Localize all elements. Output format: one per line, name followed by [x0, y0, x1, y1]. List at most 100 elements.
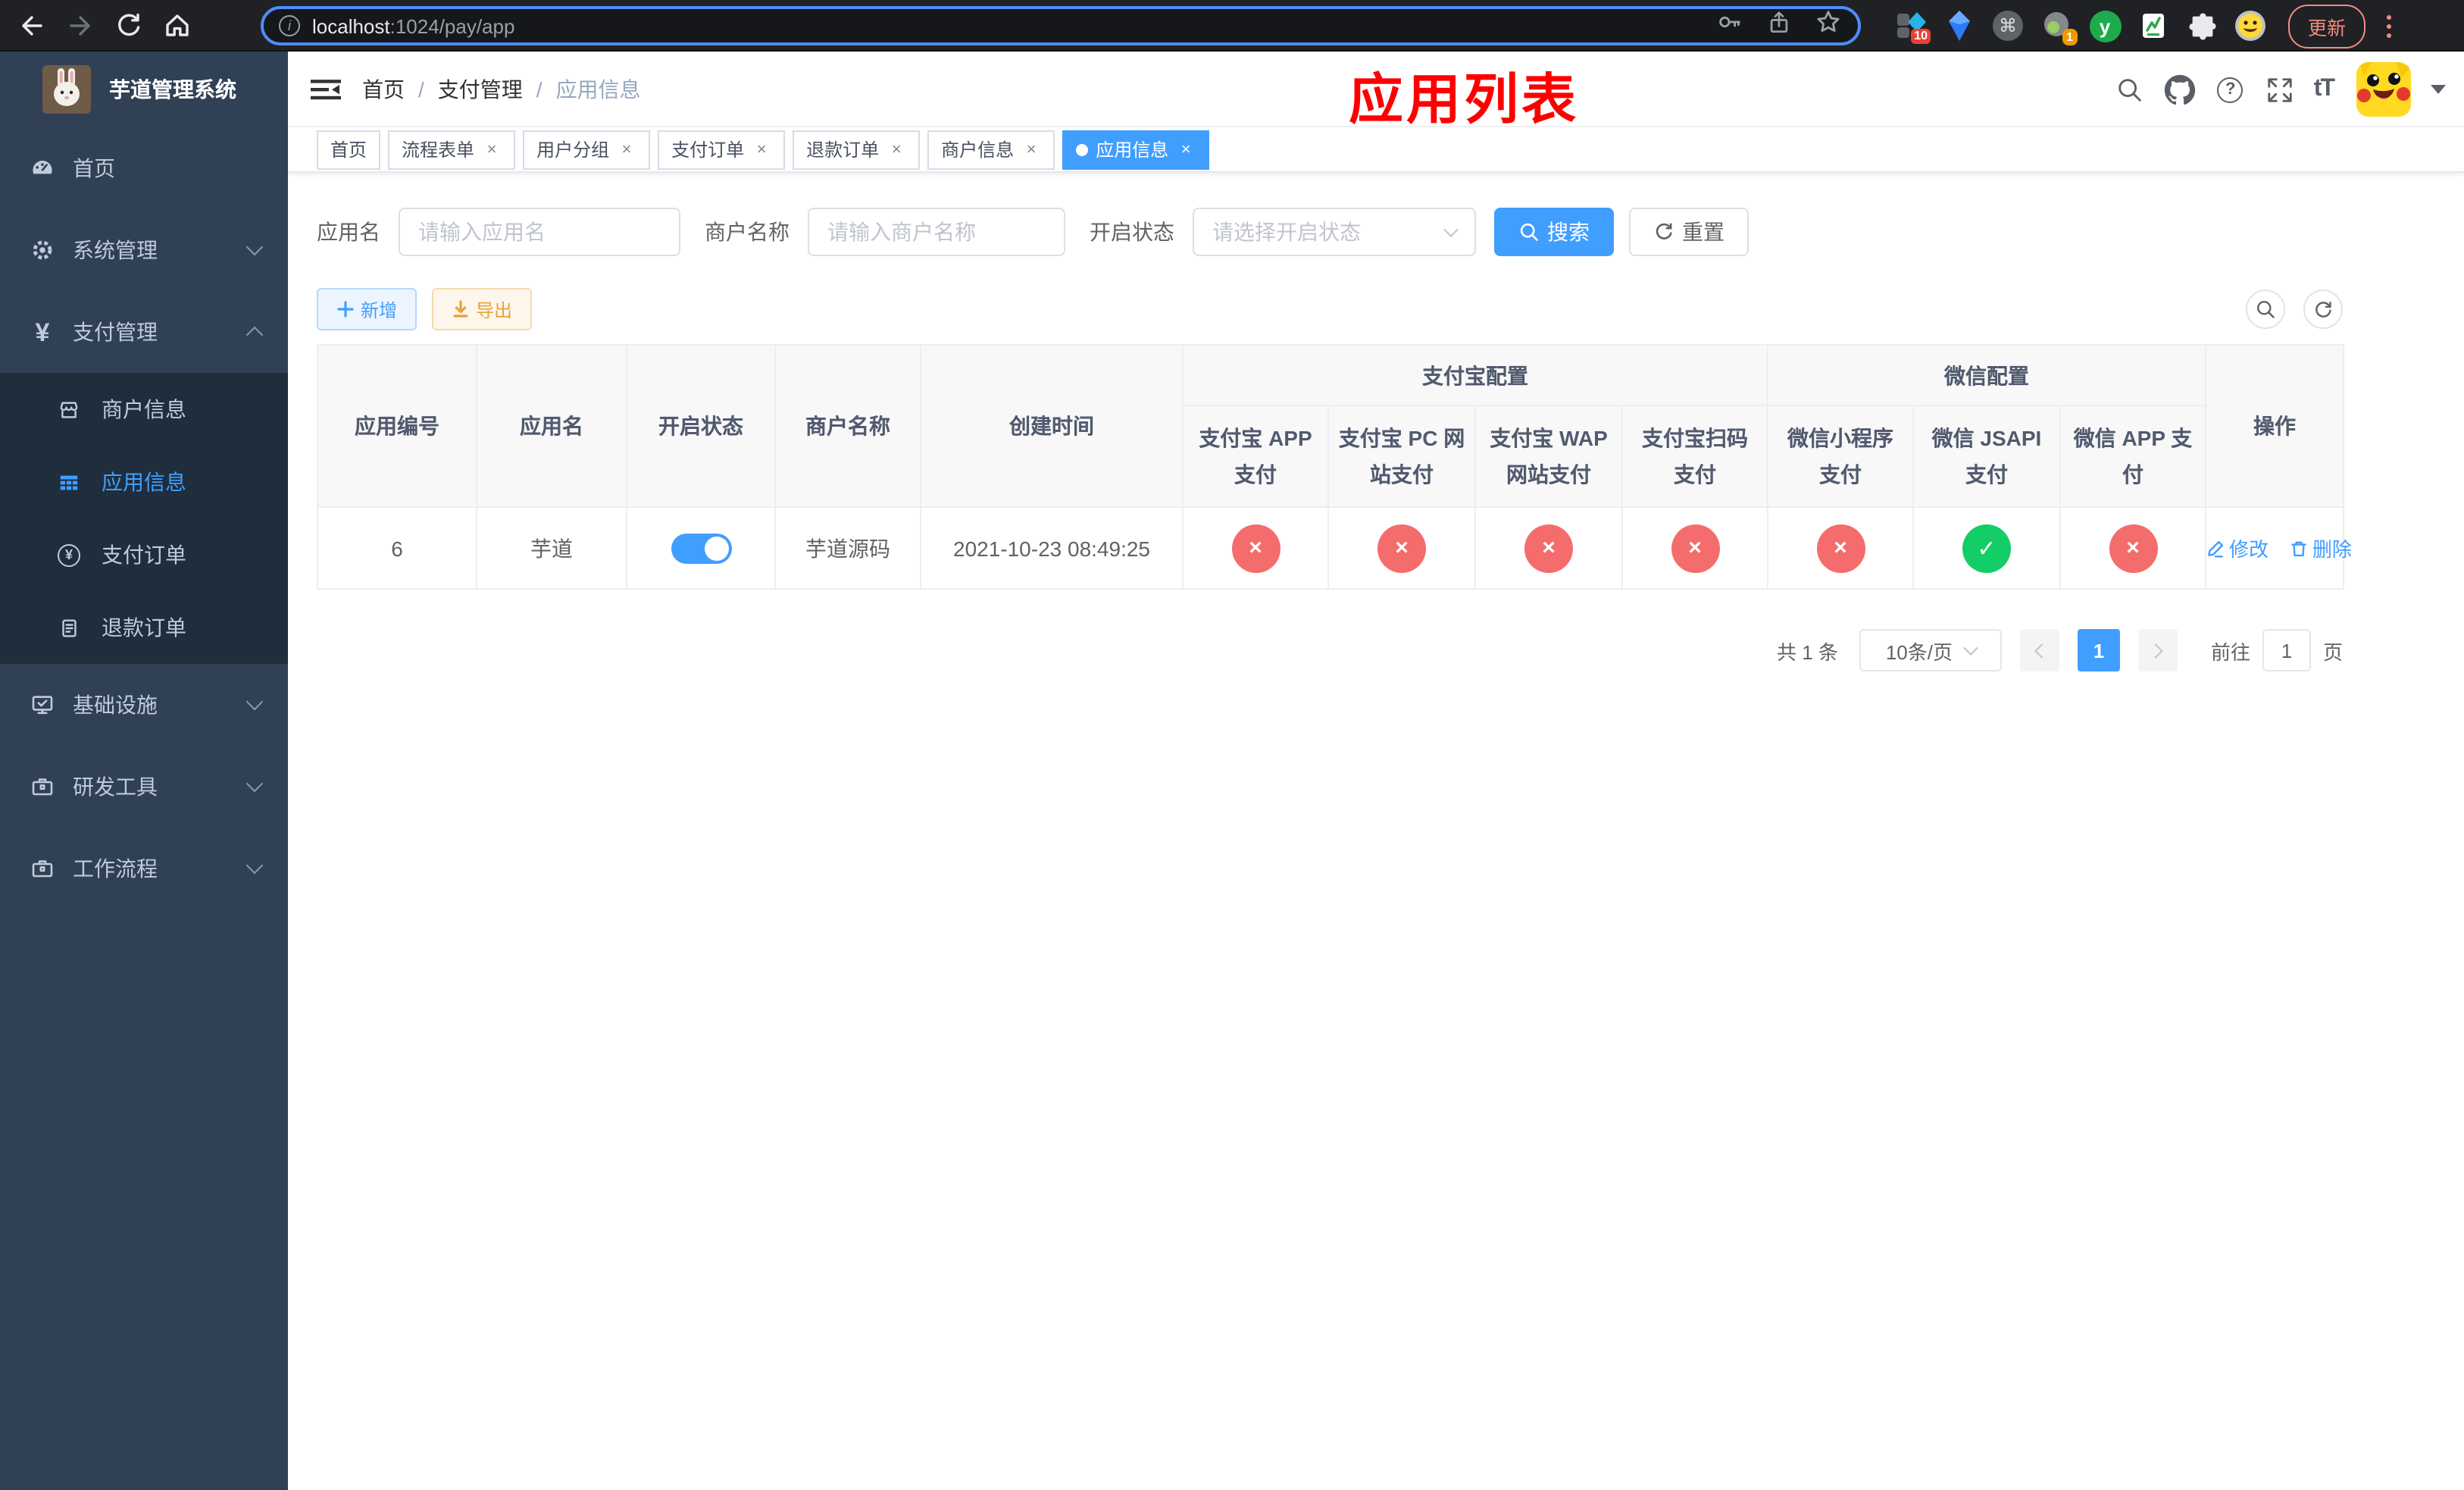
fullscreen-icon[interactable] — [2264, 73, 2297, 106]
search-button-label: 搜索 — [1547, 220, 1590, 244]
browser-menu-icon[interactable] — [2387, 14, 2392, 37]
close-icon[interactable]: × — [482, 139, 502, 159]
toolbox-icon — [30, 775, 55, 799]
tag-refund-order[interactable]: 退款订单 × — [793, 130, 921, 169]
page-annotation: 应用列表 — [1349, 68, 1580, 130]
emoji-avatar-icon[interactable] — [2234, 9, 2267, 42]
status-select[interactable]: 请选择开启状态 — [1193, 208, 1476, 256]
sidebar-item-infrastructure[interactable]: 基础设施 — [0, 664, 288, 746]
sidebar-collapse-icon[interactable] — [311, 74, 341, 104]
close-icon[interactable]: × — [1176, 139, 1196, 159]
browser-back-button[interactable] — [12, 5, 52, 45]
bookmark-star-icon[interactable] — [1814, 8, 1843, 44]
chevron-down-icon — [245, 775, 264, 793]
sidebar-item-dev-tools[interactable]: 研发工具 — [0, 746, 288, 828]
sidebar-item-label: 系统管理 — [73, 238, 158, 262]
sidebar-item-label: 退款订单 — [102, 615, 186, 640]
current-page-button[interactable]: 1 — [2077, 629, 2120, 671]
site-info-icon[interactable]: i — [279, 15, 300, 36]
status-select-placeholder: 请选择开启状态 — [1212, 220, 1361, 244]
screen: i localhost:1024/pay/app 10 ⌘ 1 y 更新 芋道管… — [0, 0, 2464, 1490]
search-icon[interactable] — [2114, 73, 2147, 106]
app-title: 芋道管理系统 — [109, 77, 236, 102]
sidebar-logo[interactable]: 芋道管理系统 — [0, 52, 288, 127]
tag-label: 用户分组 — [536, 139, 610, 161]
profile-extension-icon[interactable]: 1 — [2040, 9, 2078, 45]
page-size-select[interactable]: 10条/页 — [1859, 629, 2002, 671]
avatar-caret-icon[interactable] — [2431, 85, 2446, 94]
notes-extension-icon[interactable] — [2137, 9, 2170, 42]
breadcrumb-separator: / — [418, 77, 424, 101]
app-name-field[interactable] — [399, 208, 680, 256]
sidebar-item-label: 应用信息 — [102, 470, 186, 494]
next-page-button[interactable] — [2137, 629, 2178, 671]
refresh-table-button[interactable] — [2303, 290, 2343, 329]
close-icon[interactable]: × — [752, 139, 771, 159]
sidebar-item-label: 工作流程 — [73, 856, 158, 881]
add-button-label: 新增 — [361, 299, 398, 321]
browser-reload-button[interactable] — [109, 5, 149, 45]
tag-home[interactable]: 首页 — [317, 130, 381, 169]
address-bar[interactable]: i localhost:1024/pay/app — [261, 6, 1861, 45]
alipay-app-status-icon: × — [1231, 524, 1280, 572]
user-avatar[interactable] — [2356, 62, 2411, 117]
help-icon[interactable]: ? — [2214, 73, 2247, 106]
font-size-icon[interactable]: tT — [2314, 76, 2335, 103]
sidebar-item-refund-order[interactable]: 退款订单 — [0, 591, 288, 664]
app-name-input[interactable] — [418, 220, 661, 244]
sidebar-item-app-info[interactable]: 应用信息 — [0, 446, 288, 518]
goto-page-input[interactable] — [2262, 629, 2311, 671]
sidebar-item-merchant-info[interactable]: 商户信息 — [0, 373, 288, 446]
sidebar: 芋道管理系统 首页 系统管理 ¥ 支付管理 商户信息 应用信息 ¥ 支付订单 退… — [0, 52, 288, 1490]
sidebar-item-pay-order[interactable]: ¥ 支付订单 — [0, 518, 288, 591]
sidebar-item-label: 支付管理 — [73, 320, 158, 344]
browser-update-button[interactable]: 更新 — [2288, 4, 2366, 48]
wechat-jsapi-status-icon: ✓ — [1962, 524, 2011, 572]
sidebar-item-system[interactable]: 系统管理 — [0, 209, 288, 291]
tag-user-group[interactable]: 用户分组 × — [523, 130, 651, 169]
browser-home-button[interactable] — [158, 5, 197, 45]
browser-forward-button[interactable] — [61, 5, 100, 45]
sidebar-item-home[interactable]: 首页 — [0, 127, 288, 209]
tag-label: 首页 — [330, 139, 367, 161]
password-key-icon[interactable] — [1715, 8, 1744, 44]
y-extension-icon[interactable]: y — [2088, 9, 2122, 42]
search-button[interactable]: 搜索 — [1494, 208, 1614, 256]
chevron-down-icon — [1962, 640, 1978, 656]
show-search-toggle-button[interactable] — [2246, 290, 2285, 329]
alipay-qr-status-icon: × — [1671, 524, 1719, 572]
github-icon[interactable] — [2164, 73, 2197, 106]
app-name-label: 应用名 — [317, 220, 380, 244]
sidebar-item-workflow[interactable]: 工作流程 — [0, 828, 288, 909]
tag-merchant-info[interactable]: 商户信息 × — [927, 130, 1055, 169]
sidebar-menu: 首页 系统管理 ¥ 支付管理 商户信息 应用信息 ¥ 支付订单 退款订单 基础设… — [0, 127, 288, 909]
close-icon[interactable]: × — [617, 139, 636, 159]
breadcrumb-payment[interactable]: 支付管理 — [438, 74, 523, 104]
close-icon[interactable]: × — [1021, 139, 1041, 159]
export-button[interactable]: 导出 — [432, 288, 533, 330]
prev-page-button[interactable] — [2019, 629, 2059, 671]
edit-link[interactable]: 修改 — [2206, 534, 2269, 562]
add-button[interactable]: 新增 — [317, 288, 417, 330]
share-icon[interactable] — [1765, 8, 1793, 43]
reset-button[interactable]: 重置 — [1629, 208, 1749, 256]
col-alipay-qr: 支付宝扫码支付 — [1621, 405, 1768, 508]
sidebar-item-label: 首页 — [73, 156, 115, 180]
merchant-name-field[interactable] — [808, 208, 1065, 256]
breadcrumb-home[interactable]: 首页 — [362, 74, 405, 104]
tag-app-info-active[interactable]: 应用信息 × — [1062, 130, 1210, 169]
goto-label: 前往 — [2210, 640, 2250, 663]
tag-pay-order[interactable]: 支付订单 × — [658, 130, 786, 169]
url-host: localhost — [312, 14, 390, 37]
url-path: :1024/pay/app — [389, 14, 515, 37]
sidebar-item-payment[interactable]: ¥ 支付管理 — [0, 291, 288, 373]
close-icon[interactable]: × — [886, 139, 906, 159]
delete-link[interactable]: 删除 — [2290, 534, 2352, 562]
status-toggle[interactable] — [671, 533, 731, 563]
extensions-puzzle-icon[interactable] — [2185, 9, 2219, 42]
tampermonkey-extension-icon[interactable]: 10 — [1894, 9, 1931, 44]
gem-extension-icon[interactable] — [1943, 9, 1976, 42]
tag-process-form[interactable]: 流程表单 × — [388, 130, 516, 169]
command-extension-icon[interactable]: ⌘ — [1991, 9, 2025, 42]
merchant-name-input[interactable] — [827, 220, 1046, 244]
